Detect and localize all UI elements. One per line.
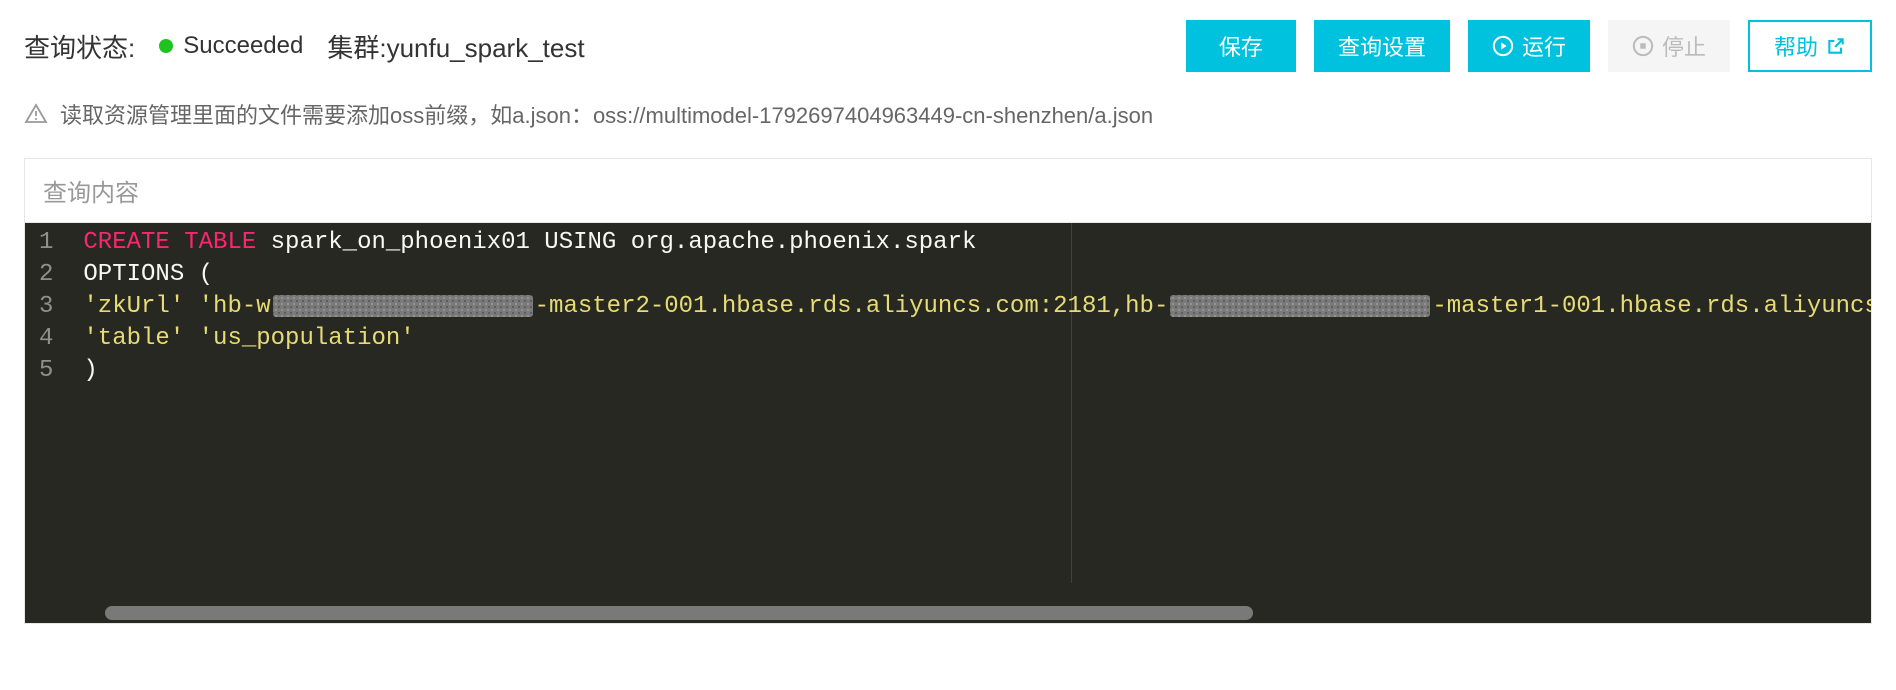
save-button[interactable]: 保存 <box>1186 20 1296 72</box>
query-content-title: 查询内容 <box>25 159 1871 223</box>
code-line[interactable]: CREATE TABLE spark_on_phoenix01 USING or… <box>83 227 1871 259</box>
code-line[interactable]: 'zkUrl' 'hb-wxxxxxxxxxxxxxxxxx-master2-0… <box>83 291 1871 323</box>
play-icon <box>1492 35 1514 57</box>
line-number: 1 <box>39 227 53 259</box>
line-number: 2 <box>39 259 53 291</box>
stop-button[interactable]: 停止 <box>1608 20 1730 72</box>
editor-gutter: 12345 <box>25 223 67 603</box>
hint-bar: 读取资源管理里面的文件需要添加oss前缀，如a.json：oss://multi… <box>0 82 1896 146</box>
scrollbar-thumb[interactable] <box>105 606 1253 620</box>
query-status-label: 查询状态: <box>24 28 135 65</box>
hint-text: 读取资源管理里面的文件需要添加oss前缀，如a.json：oss://multi… <box>60 98 1153 130</box>
header-bar: 查询状态: Succeeded 集群:yunfu_spark_test 保存 查… <box>0 0 1896 82</box>
line-number: 3 <box>39 291 53 323</box>
external-link-icon <box>1826 36 1846 56</box>
redacted-text: xxxxxxxxxxxxxxxxx <box>1170 295 1430 317</box>
cluster-label: 集群:yunfu_spark_test <box>327 28 584 65</box>
editor-code-area[interactable]: CREATE TABLE spark_on_phoenix01 USING or… <box>67 223 1871 603</box>
print-margin <box>1071 223 1072 583</box>
stop-icon <box>1632 35 1654 57</box>
line-number: 5 <box>39 355 53 387</box>
status-group: Succeeded <box>159 32 303 60</box>
help-button[interactable]: 帮助 <box>1748 20 1872 72</box>
code-editor[interactable]: 12345 CREATE TABLE spark_on_phoenix01 US… <box>25 223 1871 623</box>
query-box: 查询内容 12345 CREATE TABLE spark_on_phoenix… <box>24 158 1872 624</box>
redacted-text: xxxxxxxxxxxxxxxxx <box>273 295 533 317</box>
horizontal-scrollbar[interactable] <box>105 603 1871 623</box>
warning-icon <box>24 102 48 126</box>
button-group: 保存 查询设置 运行 停止 帮助 <box>1186 20 1872 72</box>
status-dot-icon <box>159 39 173 53</box>
query-settings-button[interactable]: 查询设置 <box>1314 20 1450 72</box>
status-text: Succeeded <box>183 32 303 60</box>
code-line[interactable]: OPTIONS ( <box>83 259 1871 291</box>
run-button[interactable]: 运行 <box>1468 20 1590 72</box>
code-line[interactable]: 'table' 'us_population' <box>83 323 1871 355</box>
header-left: 查询状态: Succeeded 集群:yunfu_spark_test <box>24 28 585 65</box>
line-number: 4 <box>39 323 53 355</box>
code-line[interactable]: ) <box>83 355 1871 387</box>
